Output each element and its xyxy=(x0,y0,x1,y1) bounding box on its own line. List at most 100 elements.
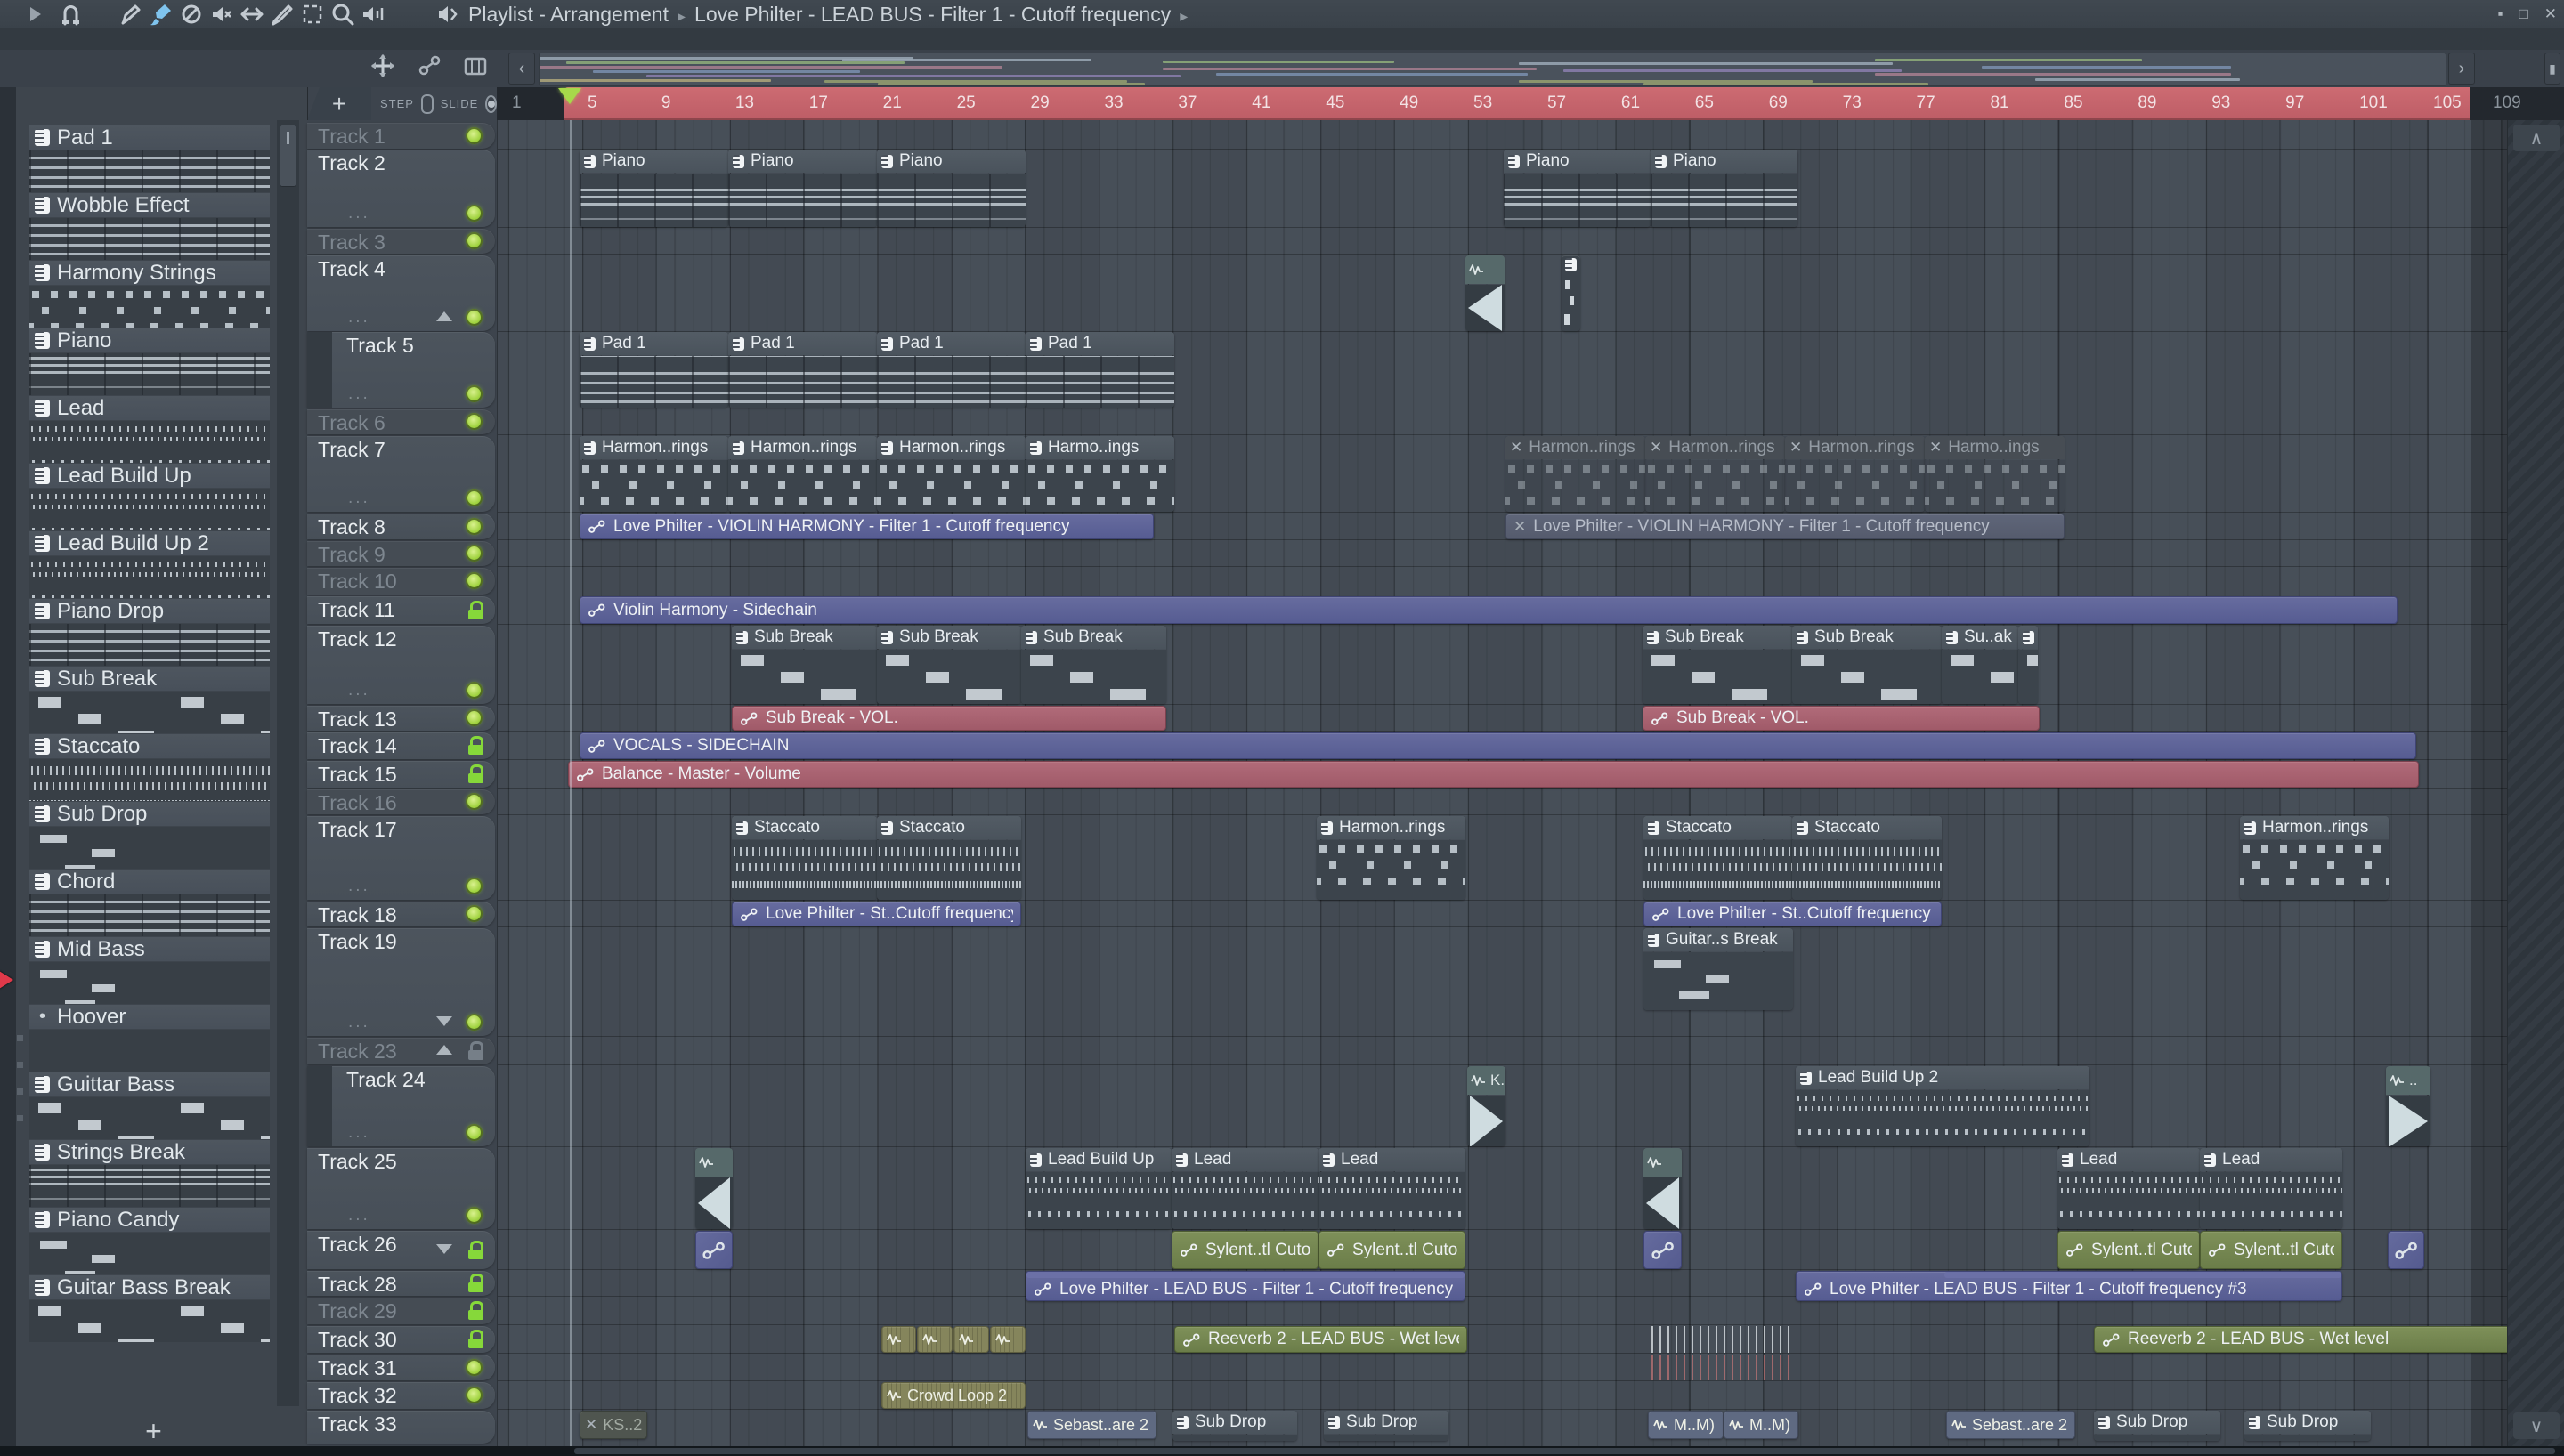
pattern-item[interactable]: Wobble Effect xyxy=(29,193,270,260)
pattern-preview[interactable] xyxy=(29,1300,270,1342)
track-lock-icon[interactable] xyxy=(468,1241,483,1259)
pattern-item-title[interactable]: Guitar Bass Break xyxy=(29,1275,270,1299)
track-enable-led[interactable] xyxy=(466,385,483,402)
automation-link-clip[interactable] xyxy=(695,1231,733,1269)
pattern-clip[interactable]: Piano xyxy=(580,150,728,227)
pattern-preview[interactable] xyxy=(29,692,270,733)
pattern-clip[interactable]: Piano xyxy=(728,150,877,227)
automation-clip[interactable]: ✕ Love Philter - VIOLIN HARMONY - Filter … xyxy=(1505,514,2065,539)
scroll-right-button[interactable]: › xyxy=(2448,53,2475,85)
hscroll-handle[interactable] xyxy=(574,1448,2555,1454)
slip-tool-icon[interactable] xyxy=(239,1,265,28)
horizontal-scrollbar[interactable] xyxy=(0,1446,2564,1456)
automation-link-clip[interactable] xyxy=(1643,1231,1682,1269)
track-enable-led[interactable] xyxy=(466,709,483,726)
pattern-clip[interactable]: Lead xyxy=(2057,1148,2200,1229)
pattern-clip[interactable]: ✕ Harmon..rings xyxy=(1645,436,1785,512)
track-enable-led[interactable] xyxy=(466,545,483,562)
target-picker-icon[interactable] xyxy=(433,1,459,28)
pattern-clip[interactable]: Sub Break xyxy=(1021,626,1166,704)
piano-view-icon[interactable] xyxy=(462,53,489,79)
automation-clip[interactable]: Love Philter - St..Cutoff frequency xyxy=(1643,902,1942,926)
pattern-clip[interactable]: Sub Drop xyxy=(1324,1411,1448,1441)
pattern-item[interactable]: Lead Build Up xyxy=(29,464,270,530)
track-header-track-9[interactable]: Track 9 xyxy=(307,541,495,566)
page-scroll-button[interactable]: ▮ xyxy=(2544,53,2560,85)
track-enable-led[interactable] xyxy=(466,1387,483,1403)
delete-tool-icon[interactable] xyxy=(178,1,205,28)
automation-clip[interactable]: Sub Break - VOL. xyxy=(1643,706,2040,731)
pattern-clip[interactable]: Sub Drop xyxy=(2244,1411,2371,1441)
pattern-item-title[interactable]: Chord xyxy=(29,870,270,894)
automation-clip[interactable]: Sylent..tl Cutoff xyxy=(2057,1231,2200,1269)
pattern-preview[interactable] xyxy=(29,489,270,530)
track-header-track-25[interactable]: Track 25... xyxy=(307,1148,495,1229)
track-lock-icon[interactable] xyxy=(468,1041,483,1060)
track-lock-icon[interactable] xyxy=(468,1274,483,1292)
track-header-track-6[interactable]: Track 6 xyxy=(307,409,495,434)
track-header-track-33[interactable]: Track 33 xyxy=(307,1411,495,1444)
audio-clip[interactable]: Sebast..are 2 xyxy=(1027,1411,1156,1439)
pattern-clip[interactable]: Piano xyxy=(1651,150,1797,227)
track-header-track-15[interactable]: Track 15 xyxy=(307,761,495,788)
pattern-clip[interactable]: Pad 1 xyxy=(877,332,1026,408)
track-enable-led[interactable] xyxy=(466,413,483,430)
pattern-item[interactable]: Chord xyxy=(29,870,270,936)
track-header-track-24[interactable]: Track 24... xyxy=(307,1066,495,1146)
pattern-item-title[interactable]: Mid Bass xyxy=(29,937,270,961)
audio-fade-clip[interactable] xyxy=(1643,1148,1682,1229)
track-options-dots[interactable]: ... xyxy=(348,384,370,404)
track-options-dots[interactable]: ... xyxy=(348,877,370,896)
pattern-preview[interactable] xyxy=(29,624,270,666)
automation-clip[interactable]: Love Philter - St..Cutoff frequency xyxy=(732,902,1021,926)
draw-tool-icon[interactable] xyxy=(118,1,144,28)
pattern-clip[interactable]: Harmon..rings xyxy=(580,436,728,512)
pattern-preview[interactable] xyxy=(29,1165,270,1207)
pattern-preview[interactable] xyxy=(29,556,270,598)
pattern-clip[interactable]: Lead xyxy=(1172,1148,1319,1229)
track-enable-led[interactable] xyxy=(466,127,483,144)
audio-clip[interactable]: M..M) xyxy=(1724,1411,1798,1439)
pattern-preview[interactable] xyxy=(29,827,270,869)
pattern-clip[interactable]: ✕ Harmon..rings xyxy=(1505,436,1645,512)
pattern-item[interactable]: Sub Drop xyxy=(29,802,270,869)
mini-pattern-clip[interactable] xyxy=(1562,255,1580,331)
pattern-clip[interactable]: Guitar..s Break xyxy=(1643,928,1793,1010)
pattern-clip[interactable]: Staccato xyxy=(877,816,1021,900)
audio-clip[interactable] xyxy=(917,1326,953,1353)
pattern-item[interactable]: Strings Break xyxy=(29,1140,270,1207)
pattern-clip[interactable]: Sub Break xyxy=(1792,626,1942,704)
track-header-track-26[interactable]: Track 26 xyxy=(307,1231,495,1269)
mute-tool-icon[interactable] xyxy=(208,1,235,28)
pattern-item[interactable]: Harmony Strings xyxy=(29,261,270,328)
pattern-item[interactable]: Mid Bass xyxy=(0,937,270,1004)
pattern-item-title[interactable]: • Hoover xyxy=(29,1005,270,1029)
pattern-clip[interactable]: ✕ Harmon..rings xyxy=(1785,436,1925,512)
slice-tool-icon[interactable] xyxy=(269,1,296,28)
pattern-clip[interactable]: Pad 1 xyxy=(728,332,877,408)
audio-clip[interactable]: M..M) xyxy=(1648,1411,1724,1439)
track-enable-led[interactable] xyxy=(466,232,483,249)
track-enable-led[interactable] xyxy=(466,489,483,506)
track-header-track-19[interactable]: Track 19... xyxy=(307,928,495,1036)
pattern-preview[interactable] xyxy=(29,421,270,463)
pattern-clip[interactable]: Sub Break xyxy=(1643,626,1792,704)
pattern-item-title[interactable]: Staccato xyxy=(29,734,270,758)
audio-fade-clip[interactable] xyxy=(1465,255,1505,331)
timeline-ruler[interactable]: 1 5 9 13 17 21 25 29 33 37 41 45 49 53 57 61 65 69 73 77 81 8… xyxy=(497,87,2564,120)
audio-clip[interactable]: Sebast..are 2 xyxy=(1946,1411,2075,1439)
track-header-track-28[interactable]: Track 28 xyxy=(307,1271,495,1296)
track-header-track-23[interactable]: Track 23 xyxy=(307,1038,495,1064)
pattern-item-title[interactable]: Harmony Strings xyxy=(29,261,270,285)
pattern-clip[interactable]: Harmon..rings xyxy=(2240,816,2389,900)
automation-clip[interactable]: Reeverb 2 - LEAD BUS - Wet level xyxy=(2094,1326,2530,1353)
pattern-item-title[interactable]: Piano Drop xyxy=(29,599,270,623)
track-header-track-7[interactable]: Track 7... xyxy=(307,436,495,512)
scrollbar-thumb[interactable] xyxy=(280,125,296,187)
audio-clip[interactable] xyxy=(953,1326,989,1353)
automation-clip[interactable]: Love Philter - LEAD BUS - Filter 1 - Cut… xyxy=(1026,1271,1465,1301)
pattern-item[interactable]: Guitar Bass Break xyxy=(29,1275,270,1342)
playback-tool-icon[interactable] xyxy=(360,1,386,28)
pattern-item-title[interactable]: Strings Break xyxy=(29,1140,270,1164)
audio-fade-clip[interactable]: .. xyxy=(2386,1066,2430,1146)
